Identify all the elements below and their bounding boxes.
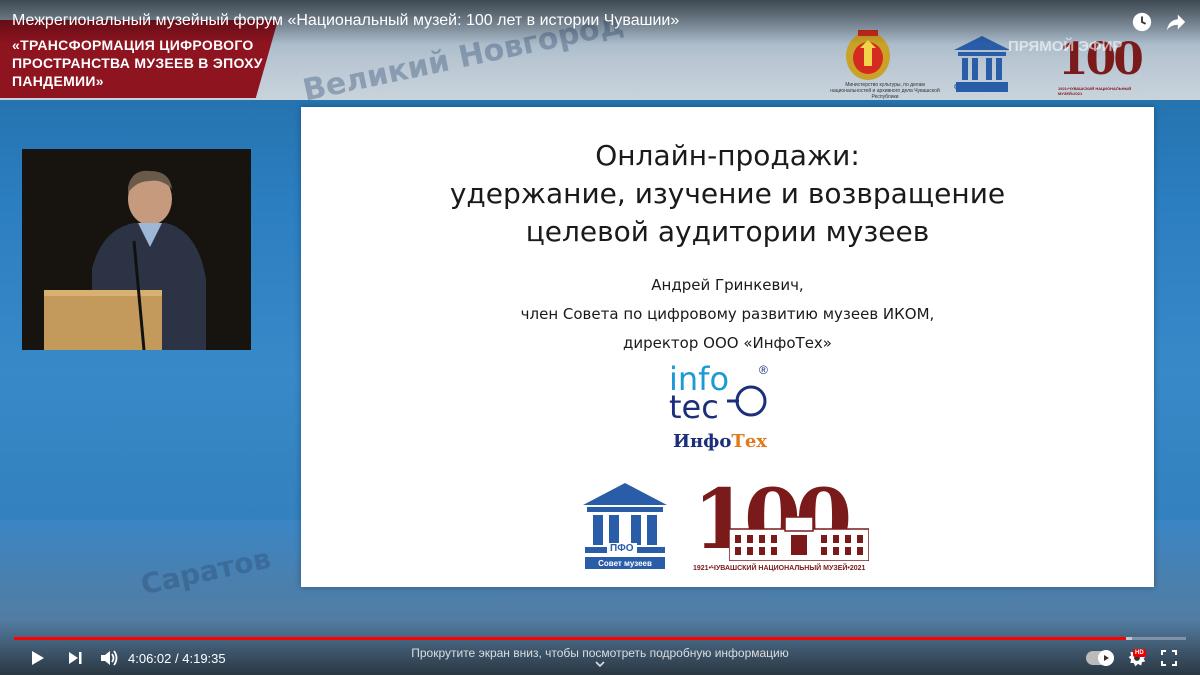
infotech-name-part1: Инфо	[673, 431, 732, 452]
time-separator: /	[175, 651, 179, 666]
infotech-logo-bottom: tec	[669, 388, 719, 426]
share-icon	[1166, 14, 1186, 31]
slide-title-line-3: целевой аудитории музеев	[525, 215, 930, 248]
progress-bar[interactable]	[14, 637, 1186, 640]
banner-line-2: ПРОСТРАНСТВА МУЗЕЕВ В ЭПОХУ	[12, 55, 263, 71]
play-button[interactable]	[24, 645, 50, 671]
presentation-slide: Онлайн-продажи: удержание, изучение и во…	[301, 107, 1154, 587]
pfo-label: ПФО	[607, 543, 637, 554]
autoplay-knob	[1098, 650, 1114, 666]
author-role-1: член Совета по цифровому развитию музеев…	[520, 305, 935, 323]
museum-100-logo-slide: 100 1921•ЧУВАШСКИЙ НАЦИОНАЛЬНЫЙ МУЗЕЙ•20…	[693, 479, 869, 575]
banner-line-3: ПАНДЕМИИ»	[12, 73, 104, 89]
sovet-caption-top: Совет музеев	[954, 84, 1002, 91]
video-player[interactable]: Великий Новгород Саратов «ТРАНСФОРМАЦИЯ …	[0, 0, 1200, 675]
fullscreen-icon	[1161, 650, 1177, 666]
autoplay-toggle[interactable]	[1086, 650, 1114, 666]
registered-mark: ®	[759, 363, 768, 377]
author-role-2: директор ООО «ИнфоТех»	[623, 334, 832, 352]
author-name: Андрей Гринкевич,	[651, 276, 804, 294]
museum-100-caption-top: 1921•ЧУВАШСКИЙ НАЦИОНАЛЬНЫЙ МУЗЕЙ•2021	[1058, 86, 1132, 96]
share-button[interactable]	[1162, 8, 1190, 36]
slide-author-block: Андрей Гринкевич, член Совета по цифрово…	[301, 271, 1154, 358]
speaker-camera	[22, 149, 251, 350]
chevron-down-icon[interactable]	[594, 660, 606, 668]
duration: 4:19:35	[182, 651, 226, 666]
speaker-figure-icon	[22, 149, 251, 350]
current-time: 4:06:02	[128, 651, 172, 666]
slide-title-line-2: удержание, изучение и возвращение	[449, 177, 1006, 210]
museum-building-icon	[729, 516, 869, 561]
infotech-name-part2: Тех	[731, 431, 767, 452]
slide-title: Онлайн-продажи: удержание, изучение и во…	[301, 137, 1154, 251]
progress-buffer	[1126, 637, 1133, 640]
infotech-ring-icon	[727, 385, 767, 417]
play-icon	[32, 651, 44, 665]
slide-title-line-1: Онлайн-продажи:	[595, 139, 860, 172]
sovet-caption-slide: Совет музеев	[598, 559, 652, 568]
fullscreen-button[interactable]	[1156, 645, 1182, 671]
clock-icon	[1132, 12, 1152, 32]
volume-button[interactable]	[96, 645, 122, 671]
hd-badge: HD	[1133, 649, 1146, 657]
watch-later-button[interactable]	[1128, 8, 1156, 36]
video-title[interactable]: Межрегиональный музейный форум «Национал…	[12, 12, 679, 30]
sovet-muzeev-slide-logo-icon	[583, 483, 667, 569]
museum-100-caption-slide: 1921•ЧУВАШСКИЙ НАЦИОНАЛЬНЫЙ МУЗЕЙ•2021	[693, 565, 866, 572]
autoplay-play-icon	[1104, 655, 1109, 661]
next-button[interactable]	[62, 645, 88, 671]
ministry-caption: Министерство культуры, по делам национал…	[830, 82, 940, 100]
time-display: 4:06:02 / 4:19:35	[128, 651, 226, 666]
infotech-name: ИнфоТех	[673, 431, 767, 452]
volume-icon	[101, 650, 118, 666]
scroll-hint[interactable]: Прокрутите экран вниз, чтобы посмотреть …	[300, 646, 900, 660]
infotech-logo: info tec ®	[669, 363, 779, 427]
progress-played	[14, 637, 1127, 640]
next-icon	[69, 652, 82, 664]
